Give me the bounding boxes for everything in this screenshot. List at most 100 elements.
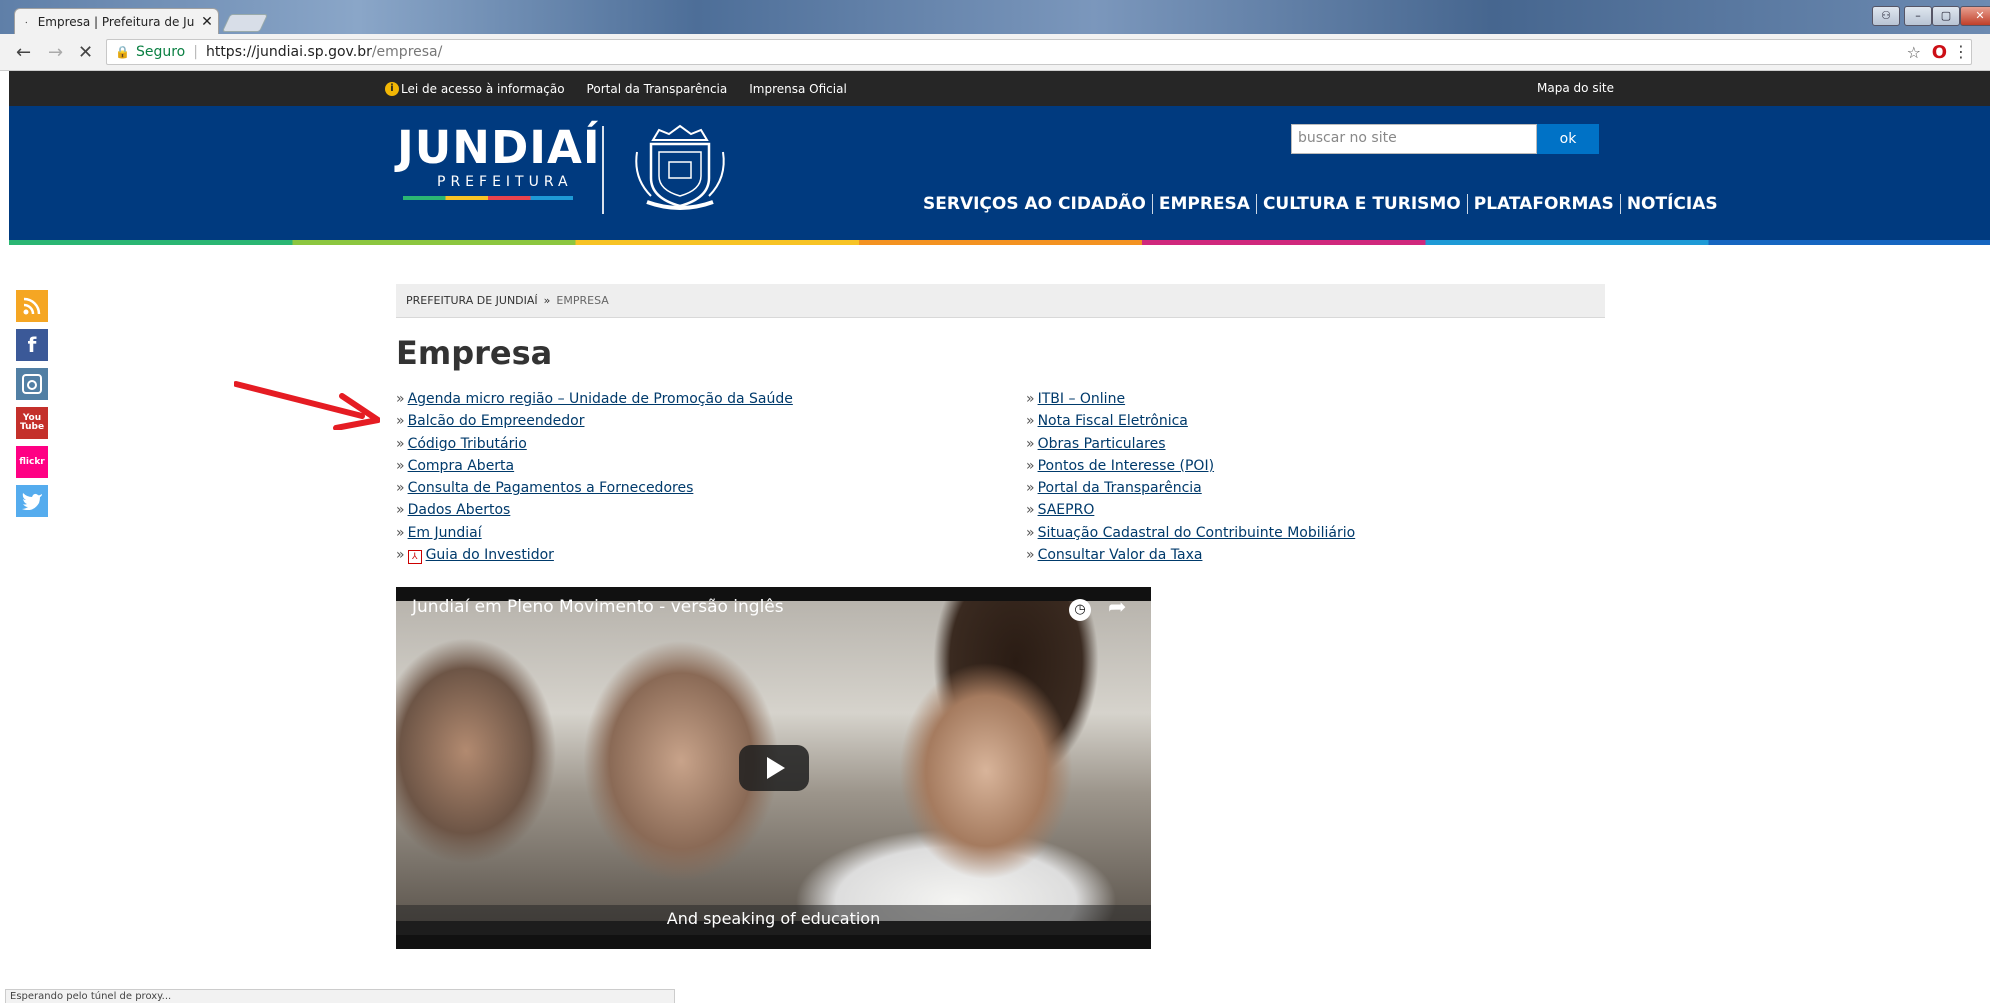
list-item: » ITBI – Online [1026, 391, 1126, 407]
url-input[interactable]: 🔒 Seguro | https://jundiai.sp.gov.br/emp… [106, 39, 1972, 65]
top-links: i Lei de acesso à informação Portal da T… [385, 71, 869, 106]
nav-empresa[interactable]: EMPRESA [1153, 194, 1256, 214]
nav-divider [1619, 194, 1621, 214]
logo-wordmark: JUNDIAÍ [397, 121, 601, 174]
link-codigo-tributario[interactable]: Código Tributário [408, 436, 527, 452]
link-nota-fiscal[interactable]: Nota Fiscal Eletrônica [1038, 413, 1188, 429]
back-arrow-icon[interactable]: ← [16, 42, 31, 63]
url-path: /empresa/ [371, 44, 443, 60]
logo-stripe [403, 196, 573, 200]
links-left-column: » Agenda micro região – Unidade de Promoç… [396, 388, 793, 566]
browser-status-bar: Esperando pelo túnel de proxy... [5, 989, 675, 1003]
nav-divider [1466, 194, 1468, 214]
minimize-button[interactable]: – [1904, 6, 1932, 26]
link-itbi-online[interactable]: ITBI – Online [1038, 391, 1125, 407]
site-header: JUNDIAÍ PREFEITURA buscar no site ok SER… [9, 106, 1990, 240]
page-favicon-icon: ⸱ [25, 17, 28, 29]
nav-noticias[interactable]: NOTÍCIAS [1621, 194, 1724, 214]
logo-divider [602, 126, 604, 214]
bookmark-star-icon[interactable]: ☆ [1907, 43, 1921, 62]
browser-menu-icon[interactable]: ⋮ [1953, 42, 1969, 61]
browser-tab-active[interactable]: ⸱ Empresa | Prefeitura de Ju ✕ [14, 8, 219, 34]
list-item: » Pontos de Interesse (POI) [1026, 457, 1215, 474]
list-item: » Nota Fiscal Eletrônica [1026, 413, 1188, 430]
search-ok-button[interactable]: ok [1537, 124, 1599, 154]
link-balcao-empreendedor[interactable]: Balcão do Empreendedor [408, 413, 585, 429]
nav-plataformas[interactable]: PLATAFORMAS [1468, 194, 1620, 214]
list-item: » Consultar Valor da Taxa [1026, 547, 1203, 564]
links-right-column: » ITBI – Online » Nota Fiscal Eletrônica »… [1026, 388, 1355, 566]
tab-title: Empresa | Prefeitura de Ju [37, 14, 195, 29]
window-close-button[interactable]: ✕ [1960, 6, 1990, 26]
tab-close-icon[interactable]: ✕ [196, 14, 218, 30]
list-item: » Balcão do Empreendedor [396, 413, 585, 430]
link-consulta-pagamentos[interactable]: Consulta de Pagamentos a Fornecedores [408, 480, 694, 496]
coat-of-arms-icon [635, 124, 725, 210]
flickr-icon[interactable]: flickr [16, 446, 48, 478]
link-guia-investidor[interactable]: Guia do Investidor [426, 547, 554, 563]
header-color-bar [9, 240, 1990, 245]
breadcrumb-home[interactable]: PREFEITURA DE JUNDIAÍ [406, 294, 538, 307]
list-item: » Consulta de Pagamentos a Fornecedores [396, 480, 694, 497]
link-agenda-micro-regiao[interactable]: Agenda micro região – Unidade de Promoçã… [408, 391, 793, 407]
video-player[interactable]: Jundiaí em Pleno Movimento - versão ingl… [396, 587, 1151, 949]
list-item: » Código Tributário [396, 435, 527, 452]
site-top-bar: i Lei de acesso à informação Portal da T… [9, 71, 1990, 106]
pdf-icon: ⅄ [407, 550, 422, 565]
list-item: » Obras Particulares [1026, 435, 1166, 452]
nav-divider [1255, 194, 1257, 214]
video-title[interactable]: Jundiaí em Pleno Movimento - versão ingl… [412, 597, 784, 617]
twitter-icon[interactable] [16, 485, 48, 517]
url-host: https://jundiai.sp.gov.br [205, 44, 372, 60]
facebook-icon[interactable]: f [16, 329, 48, 361]
rss-icon[interactable] [16, 290, 48, 322]
address-bar-row: ← → ✕ 🔒 Seguro | https://jundiai.sp.gov.… [0, 34, 1990, 71]
link-situacao-cadastral[interactable]: Situação Cadastral do Contribuinte Mobil… [1038, 525, 1356, 541]
page-title: Empresa [396, 334, 553, 372]
link-consultar-valor-taxa[interactable]: Consultar Valor da Taxa [1038, 547, 1203, 563]
new-tab-button[interactable] [221, 14, 269, 32]
link-lei-acesso[interactable]: Lei de acesso à informação [401, 82, 565, 96]
maximize-button[interactable]: ▢ [1932, 6, 1960, 26]
breadcrumb-current: EMPRESA [556, 294, 609, 307]
stop-loading-icon[interactable]: ✕ [78, 42, 93, 63]
link-portal-transparencia[interactable]: Portal da Transparência [1038, 480, 1202, 496]
site-logo[interactable]: JUNDIAÍ PREFEITURA [397, 124, 601, 200]
link-saepro[interactable]: SAEPRO [1038, 502, 1095, 518]
list-item: » Dados Abertos [396, 502, 511, 519]
url-separator: | [193, 44, 198, 60]
link-obras-particulares[interactable]: Obras Particulares [1038, 436, 1166, 452]
link-dados-abertos[interactable]: Dados Abertos [408, 502, 511, 518]
list-item: » SAEPRO [1026, 502, 1095, 519]
list-item: » ⅄ Guia do Investidor [396, 547, 554, 565]
lock-icon: 🔒 [115, 45, 130, 59]
search-input[interactable]: buscar no site [1291, 124, 1537, 154]
watch-later-icon[interactable]: ◷ [1069, 599, 1091, 621]
main-navigation: SERVIÇOS AO CIDADÃO EMPRESA CULTURA E TU… [917, 194, 1724, 214]
link-compra-aberta[interactable]: Compra Aberta [408, 458, 515, 474]
opera-icon[interactable]: O [1932, 42, 1947, 63]
logo-subtitle: PREFEITURA [437, 174, 573, 190]
youtube-tube: Tube [19, 422, 45, 432]
link-pontos-interesse[interactable]: Pontos de Interesse (POI) [1038, 458, 1214, 474]
browser-tab-strip: ⸱ Empresa | Prefeitura de Ju ✕ ⚇ – ▢ ✕ [0, 0, 1990, 34]
profile-icon[interactable]: ⚇ [1872, 6, 1900, 26]
nav-cultura-turismo[interactable]: CULTURA E TURISMO [1257, 194, 1467, 214]
link-mapa-do-site[interactable]: Mapa do site [1537, 81, 1614, 95]
link-imprensa-oficial[interactable]: Imprensa Oficial [749, 82, 847, 96]
list-item: » Agenda micro região – Unidade de Promoç… [396, 391, 793, 407]
breadcrumb: PREFEITURA DE JUNDIAÍ » EMPRESA [396, 284, 1605, 318]
red-arrow-annotation-icon [234, 381, 380, 430]
link-em-jundiai[interactable]: Em Jundiaí [408, 525, 482, 541]
list-item: » Em Jundiaí [396, 524, 482, 541]
nav-divider [1151, 194, 1153, 214]
youtube-icon[interactable]: You Tube [16, 407, 48, 439]
nav-servicos-cidadao[interactable]: SERVIÇOS AO CIDADÃO [917, 194, 1152, 214]
play-icon [767, 757, 785, 779]
forward-arrow-icon[interactable]: → [48, 42, 63, 63]
instagram-icon[interactable] [16, 368, 48, 400]
secure-label: Seguro [135, 44, 186, 60]
share-icon[interactable]: ➦ [1108, 595, 1126, 620]
link-portal-transparencia-top[interactable]: Portal da Transparência [587, 82, 728, 96]
play-button[interactable] [739, 745, 809, 791]
